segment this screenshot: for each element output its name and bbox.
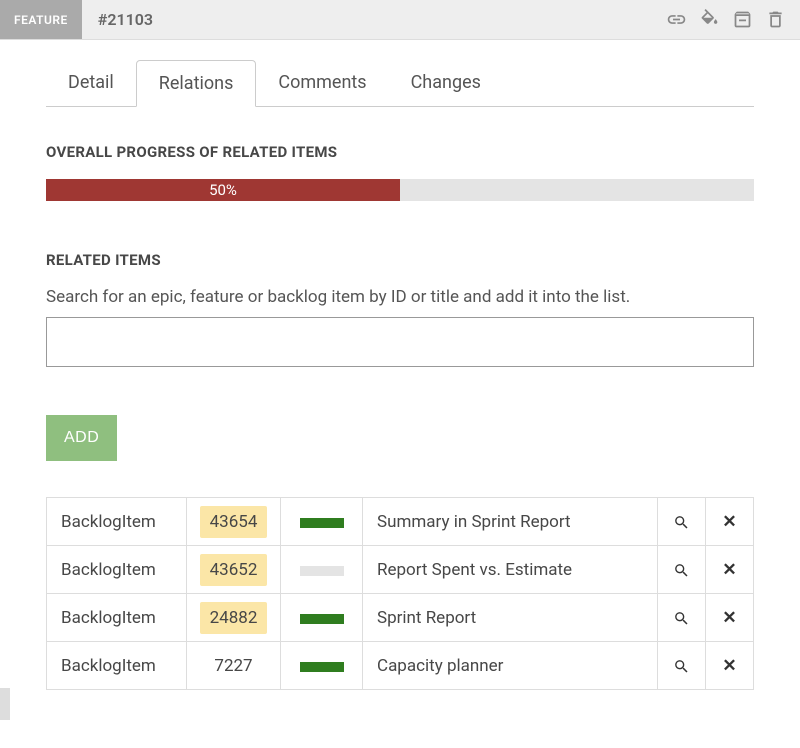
progress-bar: 50%	[46, 179, 754, 201]
search-action[interactable]	[658, 498, 706, 546]
item-title[interactable]: Summary in Sprint Report	[363, 498, 658, 546]
issue-id: #21103	[82, 10, 153, 29]
item-id[interactable]: 7227	[204, 650, 262, 682]
search-icon[interactable]	[673, 514, 690, 531]
item-title[interactable]: Sprint Report	[363, 594, 658, 642]
table-row: BacklogItem 43654 Summary in Sprint Report…	[47, 498, 754, 546]
item-id[interactable]: 43652	[200, 554, 268, 586]
header-actions	[666, 9, 800, 30]
progress-fill: 50%	[46, 179, 400, 201]
mini-progress-bar	[300, 566, 344, 576]
search-icon[interactable]	[673, 658, 690, 675]
close-icon[interactable]: ✕	[722, 512, 736, 532]
tab-comments[interactable]: Comments	[256, 60, 388, 106]
item-progress-cell	[281, 642, 363, 690]
item-title[interactable]: Report Spent vs. Estimate	[363, 546, 658, 594]
related-title: RELATED ITEMS	[46, 251, 754, 269]
drag-handle[interactable]	[0, 688, 10, 720]
search-icon[interactable]	[673, 610, 690, 627]
item-id-cell: 7227	[187, 642, 281, 690]
tab-relations[interactable]: Relations	[136, 60, 257, 107]
tabs: Detail Relations Comments Changes	[46, 60, 754, 107]
table-row: BacklogItem 7227 Capacity planner ✕	[47, 642, 754, 690]
item-id[interactable]: 43654	[200, 506, 268, 538]
table-row: BacklogItem 24882 Sprint Report ✕	[47, 594, 754, 642]
item-type: BacklogItem	[47, 546, 187, 594]
header: FEATURE #21103	[0, 0, 800, 40]
tab-changes[interactable]: Changes	[389, 60, 503, 106]
item-type: BacklogItem	[47, 594, 187, 642]
search-input[interactable]	[46, 317, 754, 367]
item-progress-cell	[281, 594, 363, 642]
progress-label: 50%	[209, 181, 237, 199]
search-icon[interactable]	[673, 562, 690, 579]
mini-progress-bar	[300, 614, 344, 624]
trash-icon[interactable]	[765, 9, 786, 30]
table-row: BacklogItem 43652 Report Spent vs. Estimat…	[47, 546, 754, 594]
remove-action[interactable]: ✕	[706, 498, 754, 546]
search-action[interactable]	[658, 642, 706, 690]
item-id-cell: 24882	[187, 594, 281, 642]
item-id[interactable]: 24882	[200, 602, 268, 634]
close-icon[interactable]: ✕	[722, 608, 736, 628]
remove-action[interactable]: ✕	[706, 594, 754, 642]
item-type: BacklogItem	[47, 498, 187, 546]
item-id-cell: 43654	[187, 498, 281, 546]
archive-icon[interactable]	[732, 9, 753, 30]
link-icon[interactable]	[666, 9, 687, 30]
help-text: Search for an epic, feature or backlog i…	[46, 287, 754, 307]
item-title[interactable]: Capacity planner	[363, 642, 658, 690]
add-button[interactable]: ADD	[46, 415, 117, 461]
remove-action[interactable]: ✕	[706, 642, 754, 690]
item-type-badge: FEATURE	[0, 0, 82, 39]
close-icon[interactable]: ✕	[722, 656, 736, 676]
progress-title: OVERALL PROGRESS OF RELATED ITEMS	[46, 143, 754, 161]
paint-bucket-icon[interactable]	[699, 9, 720, 30]
item-progress-cell	[281, 498, 363, 546]
search-action[interactable]	[658, 594, 706, 642]
item-id-cell: 43652	[187, 546, 281, 594]
mini-progress-bar	[300, 518, 344, 528]
item-progress-cell	[281, 546, 363, 594]
item-type: BacklogItem	[47, 642, 187, 690]
close-icon[interactable]: ✕	[722, 560, 736, 580]
mini-progress-bar	[300, 662, 344, 672]
related-items-table: BacklogItem 43654 Summary in Sprint Report…	[46, 497, 754, 690]
search-action[interactable]	[658, 546, 706, 594]
remove-action[interactable]: ✕	[706, 546, 754, 594]
tab-detail[interactable]: Detail	[46, 60, 136, 106]
